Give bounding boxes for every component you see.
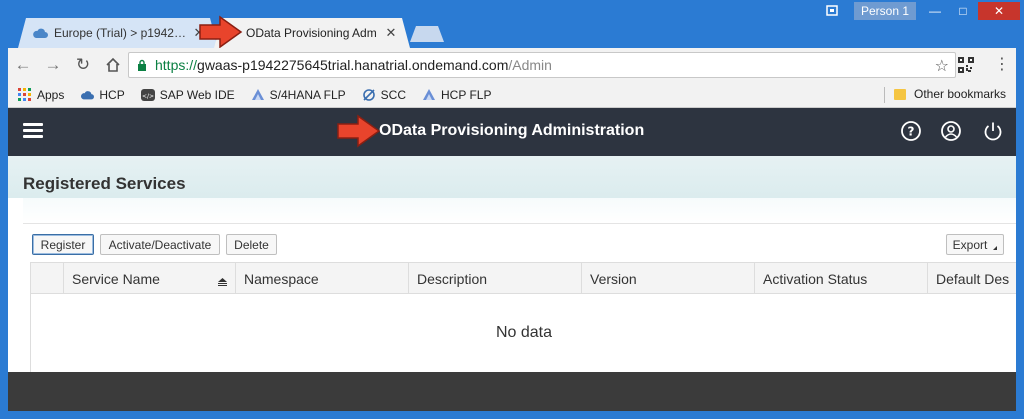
- browser-menu-icon[interactable]: ⋮: [994, 54, 1010, 74]
- home-icon[interactable]: [98, 50, 128, 80]
- browser-toolbar: ← → ↻ https:// gwaas-p1942275645trial.ha…: [8, 48, 1016, 82]
- table-toolbar: Register Activate/Deactivate Delete Expo…: [23, 232, 1016, 256]
- app-title: OData Provisioning Administration: [379, 122, 645, 139]
- apps-grid-icon: [18, 87, 31, 101]
- bookmark-apps[interactable]: Apps: [18, 87, 65, 102]
- fiori-launchpad-icon: [251, 88, 264, 100]
- window-frame-bottom: [0, 411, 1024, 419]
- logout-power-icon[interactable]: [982, 120, 1004, 142]
- bookmark-label: SAP Web IDE: [159, 87, 235, 102]
- column-header-namespace[interactable]: Namespace: [236, 263, 409, 294]
- export-button[interactable]: Export: [946, 234, 1004, 255]
- delete-button[interactable]: Delete: [226, 234, 277, 255]
- app-footer: [8, 372, 1016, 411]
- cloud-icon: [32, 27, 48, 39]
- forward-arrow-icon[interactable]: →: [38, 50, 68, 80]
- column-header-version[interactable]: Version: [582, 263, 755, 294]
- annotation-arrow-icon: [199, 15, 243, 49]
- dropdown-corner-icon: [993, 245, 998, 250]
- column-label: Namespace: [244, 270, 319, 287]
- user-profile-icon[interactable]: [940, 120, 962, 142]
- close-window-icon[interactable]: ✕: [978, 2, 1020, 20]
- bookmark-s4hana-flp[interactable]: S/4HANA FLP: [251, 88, 346, 102]
- bookmarks-bar: Apps HCP </> SAP Web IDE S/4HANA FLP SCC…: [8, 82, 1016, 108]
- column-header-description[interactable]: Description: [409, 263, 582, 294]
- bookmark-sap-web-ide[interactable]: </> SAP Web IDE: [140, 87, 235, 102]
- table-header: Service Name Namespace Description Versi…: [31, 262, 1016, 294]
- cloud-icon: [81, 90, 95, 99]
- other-bookmarks[interactable]: Other bookmarks: [894, 87, 1006, 101]
- column-header-service-name[interactable]: Service Name: [64, 263, 236, 294]
- export-label: Export: [952, 237, 988, 252]
- bookmark-label: HCP FLP: [441, 87, 492, 102]
- page-title: Registered Services: [23, 174, 186, 193]
- qr-code-icon[interactable]: [958, 57, 974, 73]
- select-all-column[interactable]: [31, 263, 64, 294]
- lock-icon: [138, 59, 146, 71]
- hamburger-menu-icon[interactable]: [23, 123, 43, 139]
- url-host: gwaas-p1942275645trial.hanatrial.ondeman…: [197, 57, 509, 73]
- minimize-icon[interactable]: —: [922, 2, 948, 20]
- close-tab-icon[interactable]: ✕: [384, 25, 398, 41]
- tab-label: Europe (Trial) > p1942…: [54, 26, 186, 40]
- back-arrow-icon[interactable]: ←: [8, 50, 38, 80]
- web-ide-icon: </>: [140, 88, 155, 101]
- window-titlebar: Europe (Trial) > p1942… ✕ OData Provisio…: [0, 0, 1024, 46]
- tab-label: OData Provisioning Adm: [246, 26, 377, 40]
- profile-button[interactable]: Person 1: [854, 2, 916, 20]
- empty-table-message: No data: [495, 324, 553, 341]
- column-label: Service Name: [72, 270, 160, 287]
- bookmark-label: HCP: [99, 87, 125, 102]
- connector-icon: [362, 88, 375, 101]
- fiori-launchpad-icon: [423, 88, 436, 100]
- bookmark-star-icon[interactable]: ☆: [935, 56, 949, 76]
- reload-icon[interactable]: ↻: [68, 50, 98, 80]
- new-tab-button[interactable]: [410, 26, 444, 42]
- column-header-default-destination[interactable]: Default Des: [928, 263, 1016, 294]
- profile-switch-icon[interactable]: [820, 2, 844, 20]
- registered-services-table: Service Name Namespace Description Versi…: [30, 262, 1016, 372]
- help-icon[interactable]: ?: [900, 120, 922, 142]
- bookmarks-separator: [884, 87, 885, 103]
- bookmark-hcp[interactable]: HCP: [80, 87, 125, 102]
- column-label: Default Des: [936, 270, 1010, 287]
- column-label: Description: [417, 270, 488, 287]
- column-header-activation-status[interactable]: Activation Status: [755, 263, 928, 294]
- address-bar[interactable]: https:// gwaas-p1942275645trial.hanatria…: [128, 52, 956, 78]
- shell-bar: OData Provisioning Administration ?: [8, 108, 1016, 156]
- bookmark-label: SCC: [380, 87, 407, 102]
- maximize-icon[interactable]: □: [950, 2, 976, 20]
- bookmark-label: S/4HANA FLP: [269, 87, 346, 102]
- folder-icon: [894, 88, 906, 100]
- url-scheme: https://: [155, 57, 198, 73]
- app-window: OData Provisioning Administration ? Regi…: [8, 108, 1016, 372]
- svg-text:</>: </>: [142, 93, 154, 100]
- panel-header-strip: [23, 198, 1016, 224]
- url-path: /Admin: [508, 57, 552, 73]
- other-bookmarks-label: Other bookmarks: [914, 87, 1007, 101]
- browser-tab-europe-trial[interactable]: Europe (Trial) > p1942… ✕: [18, 18, 218, 48]
- register-button[interactable]: Register: [32, 234, 94, 255]
- annotation-arrow-icon: [337, 114, 381, 148]
- sort-indicator-icon: [218, 278, 227, 286]
- bookmark-scc[interactable]: SCC: [362, 88, 406, 102]
- activate-deactivate-button[interactable]: Activate/Deactivate: [100, 234, 220, 255]
- column-label: Activation Status: [763, 270, 868, 287]
- svg-text:?: ?: [908, 125, 915, 139]
- column-label: Version: [590, 270, 637, 287]
- bookmark-label: Apps: [37, 87, 65, 102]
- bookmark-hcp-flp[interactable]: HCP FLP: [422, 88, 491, 102]
